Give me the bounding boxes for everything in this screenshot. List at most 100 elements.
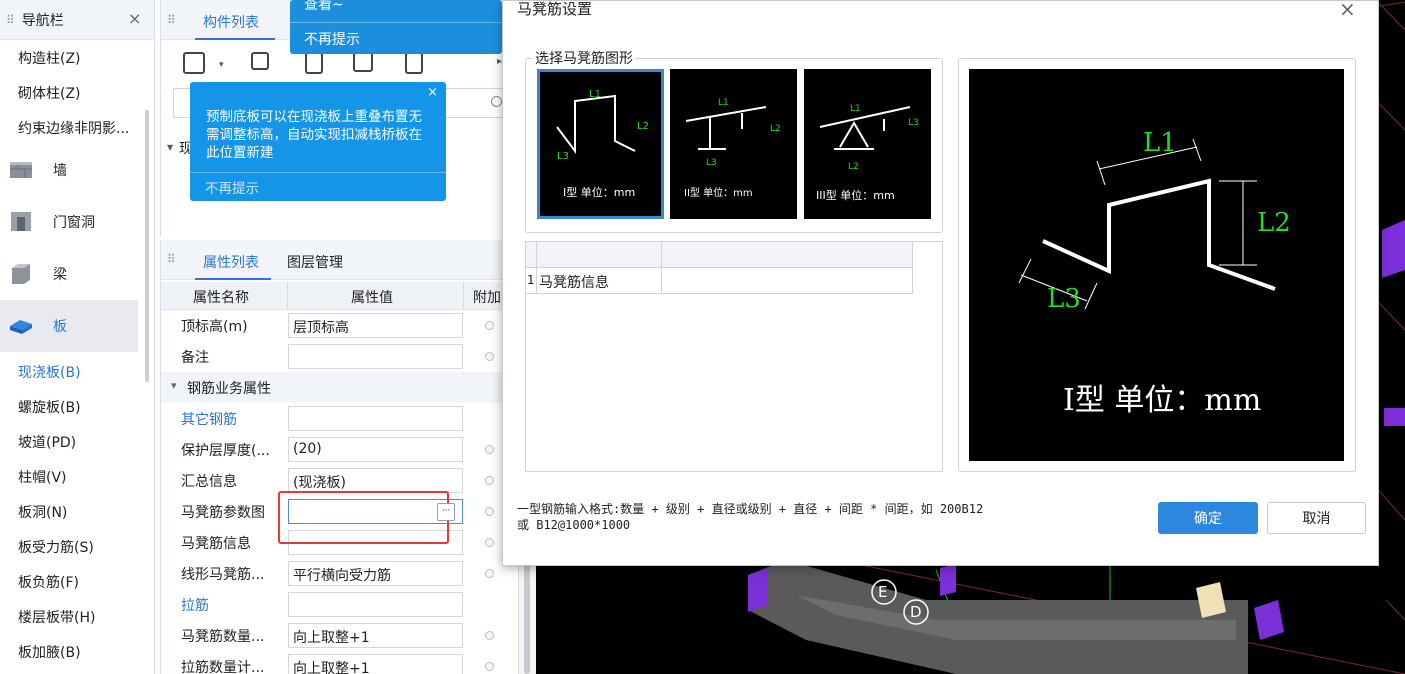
drag-handle-icon[interactable]: ⠿ <box>167 13 176 27</box>
nav-item-boundary-element[interactable]: 约束边缘非阴影... <box>18 118 129 138</box>
tooltip-top-text: 查看~ <box>304 0 344 13</box>
nav-item-ramp[interactable]: 坡道(PD) <box>18 432 76 452</box>
svg-text:L1: L1 <box>1143 128 1177 158</box>
property-value-field[interactable]: 平行横向受力筋 <box>288 561 463 586</box>
search-icon[interactable] <box>491 96 502 107</box>
ellipsis-button[interactable]: ··· <box>437 503 455 521</box>
input-format-hint: 一型钢筋输入格式:数量 + 级别 + 直径或级别 + 直径 + 间距 * 间距，… <box>517 501 1117 533</box>
svg-text:L3: L3 <box>706 158 717 168</box>
property-row[interactable]: 拉筋数量计... 向上取整+1 <box>161 651 537 674</box>
close-icon[interactable]: × <box>427 85 438 100</box>
navigation-scrollbar[interactable] <box>145 110 149 382</box>
shape-type-1-thumbnail[interactable]: L1 L2 L3 I型 单位：mm <box>537 69 664 219</box>
property-name: 马凳筋信息 <box>181 536 251 552</box>
property-row[interactable]: 马凳筋数量... 向上取整+1 <box>161 620 537 651</box>
dialog-title: 马凳筋设置 <box>517 0 593 18</box>
nav-item-constructional-column[interactable]: 构造柱(Z) <box>18 48 81 68</box>
chair-rebar-settings-dialog: 马凳筋设置 × 选择马凳筋图形 L1 L2 L3 I型 单位：mm L1 L2 … <box>502 0 1379 566</box>
property-name: 汇总信息 <box>181 474 237 490</box>
preview-caption: I型 单位：mm <box>1063 383 1262 418</box>
property-group-row[interactable]: ▾ 钢筋业务属性 <box>161 372 537 403</box>
property-value-field[interactable] <box>288 344 463 369</box>
chevron-down-icon[interactable]: ▾ <box>167 140 173 154</box>
attach-radio[interactable] <box>485 538 494 547</box>
nav-item-cast-in-place-slab[interactable]: 现浇板(B) <box>18 362 81 382</box>
tooltip-separator <box>290 22 502 23</box>
tooltip-precast-slab: × 预制底板可以在现浇板上重叠布置无需调整标高，自动实现扣减栈桥板在此位置新建 … <box>190 82 446 201</box>
property-value-field[interactable]: (20) <box>288 437 463 462</box>
chevron-down-icon[interactable]: ▾ <box>219 60 224 70</box>
attach-radio[interactable] <box>485 662 494 671</box>
attach-radio[interactable] <box>485 476 494 485</box>
property-value-field[interactable] <box>288 592 463 617</box>
nav-item-spiral-slab[interactable]: 螺旋板(B) <box>18 397 81 417</box>
cancel-button[interactable]: 取消 <box>1267 502 1366 534</box>
property-value-field[interactable]: 层顶标高 <box>288 313 463 338</box>
svg-text:L2: L2 <box>637 121 649 132</box>
property-row[interactable]: 线形马凳筋... 平行横向受力筋 <box>161 558 537 589</box>
attach-radio[interactable] <box>485 507 494 516</box>
navigation-header: ⠿ 导航栏 × <box>0 0 154 40</box>
save-icon[interactable] <box>405 52 423 74</box>
property-row[interactable]: 拉筋 <box>161 589 537 620</box>
shape-group-label: 选择马凳筋图形 <box>533 48 635 68</box>
property-row[interactable]: 备注 <box>161 341 537 372</box>
tab-underline <box>195 38 275 40</box>
property-name: 马凳筋参数图 <box>181 505 265 521</box>
close-icon[interactable]: × <box>1339 0 1356 21</box>
property-name: 其它钢筋 <box>181 412 237 428</box>
confirm-button[interactable]: 确定 <box>1158 502 1258 534</box>
property-value-field[interactable]: 向上取整+1 <box>288 654 463 674</box>
property-value-field[interactable]: 向上取整+1 <box>288 623 463 648</box>
table-row[interactable]: 1 马凳筋信息 <box>526 268 912 294</box>
property-row[interactable]: 顶标高(m) 层顶标高 <box>161 310 537 341</box>
property-value-field[interactable]: (现浇板) <box>288 468 463 493</box>
copy-icon[interactable] <box>251 52 269 70</box>
nav-item-negative-rebar[interactable]: 板负筋(F) <box>18 572 79 592</box>
tab-properties[interactable]: 属性列表 <box>203 252 259 272</box>
shape-type-3-thumbnail[interactable]: L1 L3 L2 III型 单位：mm <box>804 69 931 219</box>
delete-icon[interactable] <box>305 52 323 74</box>
property-row[interactable]: 保护层厚度(... (20) <box>161 434 537 465</box>
attach-radio[interactable] <box>485 569 494 578</box>
close-icon[interactable]: × <box>128 9 141 28</box>
nav-category-label: 墙 <box>53 163 67 179</box>
tab-underline <box>195 278 271 280</box>
new-component-icon[interactable] <box>183 52 205 74</box>
property-row[interactable]: 其它钢筋 <box>161 403 537 434</box>
svg-text:L3: L3 <box>908 118 919 128</box>
tab-component-list[interactable]: 构件列表 <box>203 12 259 32</box>
attach-radio[interactable] <box>485 352 494 361</box>
attach-radio[interactable] <box>485 631 494 640</box>
nav-category-door-window[interactable]: 门窗洞 <box>0 196 138 248</box>
nav-item-slab-rebar[interactable]: 板受力筋(S) <box>18 537 94 557</box>
chevron-down-icon[interactable]: ▾ <box>171 379 177 392</box>
property-value-field[interactable] <box>288 406 463 431</box>
nav-item-masonry-column[interactable]: 砌体柱(Z) <box>18 83 81 103</box>
highlight-box <box>278 491 449 544</box>
tooltip-dismiss-link[interactable]: 不再提示 <box>205 177 259 197</box>
slab-icon <box>10 320 32 334</box>
svg-text:L2: L2 <box>1257 208 1291 238</box>
nav-item-slab-strip[interactable]: 楼层板带(H) <box>18 607 95 627</box>
drag-handle-icon[interactable]: ⠿ <box>167 252 176 266</box>
drag-handle-icon[interactable]: ⠿ <box>6 13 15 27</box>
nav-item-slab-haunch[interactable]: 板加腋(B) <box>18 642 81 662</box>
property-name: 备注 <box>181 350 209 366</box>
layer-copy-icon[interactable] <box>353 52 373 72</box>
door-window-icon <box>11 212 31 231</box>
nav-item-column-cap[interactable]: 柱帽(V) <box>18 467 67 487</box>
nav-category-slab[interactable]: 板 <box>0 300 138 352</box>
property-name: 保护层厚度(... <box>181 443 270 459</box>
nav-category-label: 板 <box>53 319 67 335</box>
nav-item-slab-hole[interactable]: 板洞(N) <box>18 502 67 522</box>
tooltip-dismiss-link[interactable]: 不再提示 <box>304 29 360 49</box>
property-name: 钢筋业务属性 <box>187 381 271 397</box>
tab-layer-management[interactable]: 图层管理 <box>287 252 343 272</box>
attach-radio[interactable] <box>485 321 494 330</box>
attach-radio[interactable] <box>485 445 494 454</box>
shape-type-2-thumbnail[interactable]: L1 L2 L3 II型 单位：mm <box>670 69 797 219</box>
nav-category-wall[interactable]: 墙 <box>0 144 138 196</box>
axis-label-d: D <box>910 603 922 621</box>
nav-category-beam[interactable]: 梁 <box>0 248 138 300</box>
